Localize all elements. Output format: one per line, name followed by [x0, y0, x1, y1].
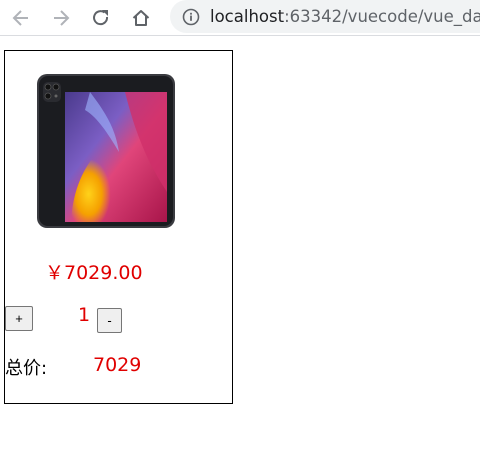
quantity-stepper: + 1 -	[5, 304, 232, 333]
home-icon	[132, 10, 150, 26]
url-text: localhost:63342/vuecode/vue_da	[210, 7, 480, 26]
total-price-row: 总价: 7029	[5, 354, 232, 380]
arrow-left-icon	[12, 10, 28, 26]
back-button[interactable]	[5, 2, 37, 34]
reload-button[interactable]	[85, 2, 117, 34]
url-host: localhost	[210, 7, 285, 26]
product-price: ￥7029.00	[45, 262, 143, 284]
product-image	[37, 74, 175, 228]
reload-icon	[93, 10, 109, 26]
info-icon	[182, 8, 200, 26]
decrease-button[interactable]: -	[97, 308, 122, 333]
product-card: ￥7029.00 + 1 - 总价: 7029	[4, 50, 233, 404]
arrow-right-icon	[54, 10, 70, 26]
url-path: :63342/vuecode/vue_da	[284, 7, 480, 26]
home-button[interactable]	[125, 2, 157, 34]
total-value: 7029	[93, 354, 142, 376]
browser-toolbar: localhost:63342/vuecode/vue_da	[0, 0, 480, 36]
increase-button[interactable]: +	[5, 306, 33, 331]
total-label: 总价:	[5, 358, 48, 379]
quantity-value: 1	[78, 304, 91, 326]
forward-button[interactable]	[45, 2, 77, 34]
address-bar[interactable]: localhost:63342/vuecode/vue_da	[170, 0, 480, 33]
